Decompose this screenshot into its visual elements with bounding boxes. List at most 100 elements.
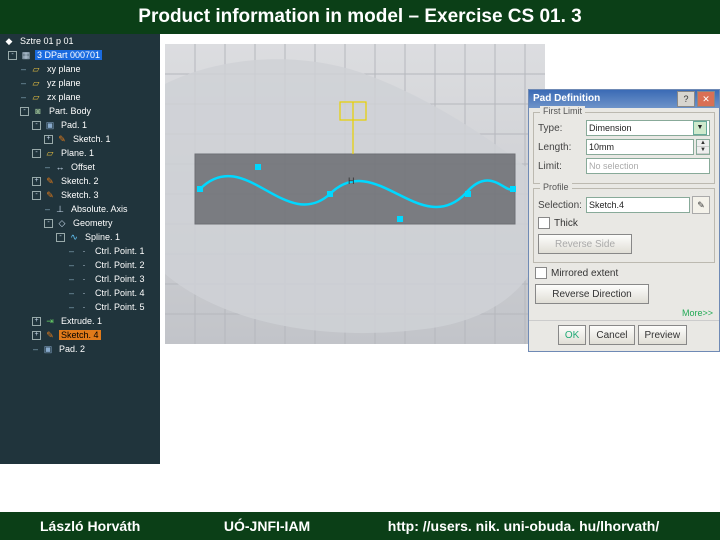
group-label: First Limit [540, 106, 585, 116]
tree-item[interactable]: –▱xy plane [0, 62, 160, 76]
cancel-button[interactable]: Cancel [589, 325, 634, 345]
tree-item[interactable]: –·Ctrl. Point. 3 [0, 272, 160, 286]
mirrored-label: Mirrored extent [551, 268, 618, 279]
limit-label: Limit: [538, 161, 586, 172]
tree-item-label: Ctrl. Point. 3 [93, 274, 147, 284]
tree-item-label: Extrude. 1 [59, 316, 104, 326]
tree-item-label: Sketch. 2 [59, 176, 101, 186]
footer-author: László Horváth [40, 512, 220, 540]
point-icon: · [78, 260, 90, 270]
expand-toggle[interactable]: - [56, 233, 65, 242]
group-label: Profile [540, 182, 572, 192]
point-icon: · [78, 246, 90, 256]
selection-input[interactable]: Sketch.4 [586, 197, 690, 213]
tree-item[interactable]: –·Ctrl. Point. 2 [0, 258, 160, 272]
sketch-icon: ✎ [44, 190, 56, 200]
length-label: Length: [538, 142, 586, 153]
footer-org: UÓ-JNFI-IAM [224, 512, 384, 540]
tree-item-label: Sketch. 3 [59, 190, 101, 200]
tree-root[interactable]: ◆ Sztre 01 p 01 [0, 34, 160, 48]
expand-toggle[interactable]: + [32, 317, 41, 326]
point-icon: · [78, 274, 90, 284]
tree-item[interactable]: +✎Sketch. 1 [0, 132, 160, 146]
tree-item[interactable]: -▣Pad. 1 [0, 118, 160, 132]
tree-item[interactable]: +✎Sketch. 2 [0, 174, 160, 188]
tree-item[interactable]: –▱yz plane [0, 76, 160, 90]
limit-input: No selection [586, 158, 710, 174]
expand-toggle[interactable]: + [32, 331, 41, 340]
tree-item[interactable]: +✎Sketch. 4 [0, 328, 160, 342]
extrude-icon: ⇥ [44, 316, 56, 326]
viewport-3d[interactable]: H [165, 44, 545, 344]
expand-toggle[interactable]: - [20, 107, 29, 116]
product-icon: ◆ [3, 36, 15, 46]
help-button[interactable]: ? [677, 91, 695, 107]
plane-icon: ▱ [30, 64, 42, 74]
length-spinner[interactable]: ▲▼ [696, 139, 710, 155]
feature-tree[interactable]: ◆ Sztre 01 p 01 -▦3 DPart 000701–▱xy pla… [0, 34, 160, 464]
expand-toggle[interactable]: + [32, 177, 41, 186]
expand-toggle[interactable]: - [32, 121, 41, 130]
expand-toggle[interactable]: - [44, 219, 53, 228]
tree-item-label: zx plane [45, 92, 83, 102]
tree-item[interactable]: -∿Spline. 1 [0, 230, 160, 244]
pad-icon: ▣ [42, 344, 54, 354]
first-limit-group: First Limit Type: Dimension ▼ Length: 10… [533, 112, 715, 184]
profile-group: Profile Selection: Sketch.4 ✎ Thick Reve… [533, 188, 715, 263]
sketch-icon: ✎ [44, 176, 56, 186]
tree-item-label: yz plane [45, 78, 83, 88]
tree-item[interactable]: –·Ctrl. Point. 4 [0, 286, 160, 300]
mirrored-checkbox[interactable] [535, 267, 547, 279]
thick-label: Thick [554, 218, 578, 229]
length-input[interactable]: 10mm [586, 139, 694, 155]
tree-item[interactable]: –▱zx plane [0, 90, 160, 104]
tree-root-label: Sztre 01 p 01 [18, 36, 76, 46]
tree-item[interactable]: -▱Plane. 1 [0, 146, 160, 160]
tree-item[interactable]: -◙Part. Body [0, 104, 160, 118]
chevron-down-icon[interactable]: ▼ [693, 121, 707, 135]
offset-icon: ↔ [54, 162, 66, 172]
more-toggle[interactable]: More>> [529, 306, 719, 320]
expand-toggle[interactable]: - [8, 51, 17, 60]
selection-label: Selection: [538, 200, 586, 211]
tree-item[interactable]: +⇥Extrude. 1 [0, 314, 160, 328]
type-combo[interactable]: Dimension ▼ [586, 120, 710, 136]
tree-item[interactable]: –↔Offset [0, 160, 160, 174]
tree-item-label: Spline. 1 [83, 232, 122, 242]
tree-item[interactable]: –⊥Absolute. Axis [0, 202, 160, 216]
footer: László Horváth UÓ-JNFI-IAM http: //users… [0, 512, 720, 540]
sketch-icon: ✎ [44, 330, 56, 340]
tree-item[interactable]: –·Ctrl. Point. 5 [0, 300, 160, 314]
tree-item-label: Pad. 1 [59, 120, 89, 130]
close-button[interactable]: ✕ [697, 91, 715, 107]
sketch-select-icon[interactable]: ✎ [692, 196, 710, 214]
pad-definition-dialog[interactable]: Pad Definition ? ✕ First Limit Type: Dim… [528, 89, 720, 352]
workspace: ◆ Sztre 01 p 01 -▦3 DPart 000701–▱xy pla… [0, 34, 720, 512]
expand-toggle[interactable]: + [44, 135, 53, 144]
thick-checkbox[interactable] [538, 217, 550, 229]
tree-item[interactable]: –·Ctrl. Point. 1 [0, 244, 160, 258]
footer-url: http: //users. nik. uni-obuda. hu/lhorva… [388, 512, 659, 540]
axis-icon: ⊥ [54, 204, 66, 214]
type-label: Type: [538, 123, 586, 134]
preview-button[interactable]: Preview [638, 325, 688, 345]
expand-toggle[interactable]: - [32, 149, 41, 158]
tree-item-label: Sketch. 4 [59, 330, 101, 340]
tree-item-label: Part. Body [47, 106, 93, 116]
tree-item-label: Offset [69, 162, 97, 172]
reverse-direction-button[interactable]: Reverse Direction [535, 284, 649, 304]
pad-icon: ▣ [44, 120, 56, 130]
tree-item[interactable]: –▣Pad. 2 [0, 342, 160, 356]
plane-icon: ▱ [30, 92, 42, 102]
expand-toggle[interactable]: - [32, 191, 41, 200]
tree-item[interactable]: -◇Geometry [0, 216, 160, 230]
ok-button[interactable]: OK [558, 325, 586, 345]
slide-title: Product information in model – Exercise … [0, 0, 720, 34]
tree-item[interactable]: -✎Sketch. 3 [0, 188, 160, 202]
tree-item-label: Ctrl. Point. 2 [93, 260, 147, 270]
body-icon: ◙ [32, 106, 44, 116]
reverse-side-button: Reverse Side [538, 234, 632, 254]
tree-item[interactable]: -▦3 DPart 000701 [0, 48, 160, 62]
svg-text:H: H [348, 176, 355, 186]
cube-icon: ▦ [20, 50, 32, 60]
